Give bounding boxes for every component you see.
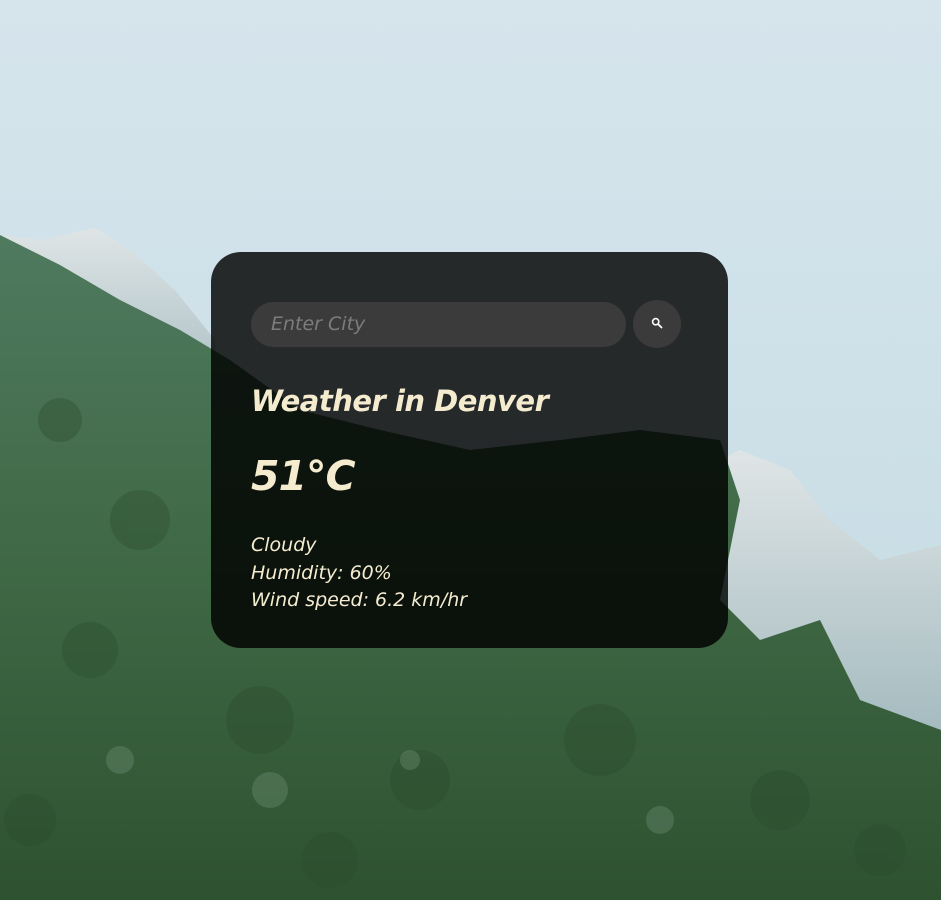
city-search-input[interactable] <box>251 301 626 347</box>
search-bar <box>251 300 688 348</box>
city-heading: Weather in Denver <box>251 384 549 418</box>
search-button[interactable] <box>633 300 681 348</box>
humidity: Humidity: 60% <box>251 561 392 584</box>
temperature: 51°C <box>251 452 356 500</box>
weather-card: Weather in Denver 51°C Cloudy Humidity: … <box>211 252 728 648</box>
search-icon <box>651 317 663 332</box>
wind-speed: Wind speed: 6.2 km/hr <box>251 589 468 611</box>
weather-details: Cloudy Humidity: 60% Wind speed: 6.2 km/… <box>251 532 688 615</box>
weather-description: Cloudy <box>251 534 317 556</box>
